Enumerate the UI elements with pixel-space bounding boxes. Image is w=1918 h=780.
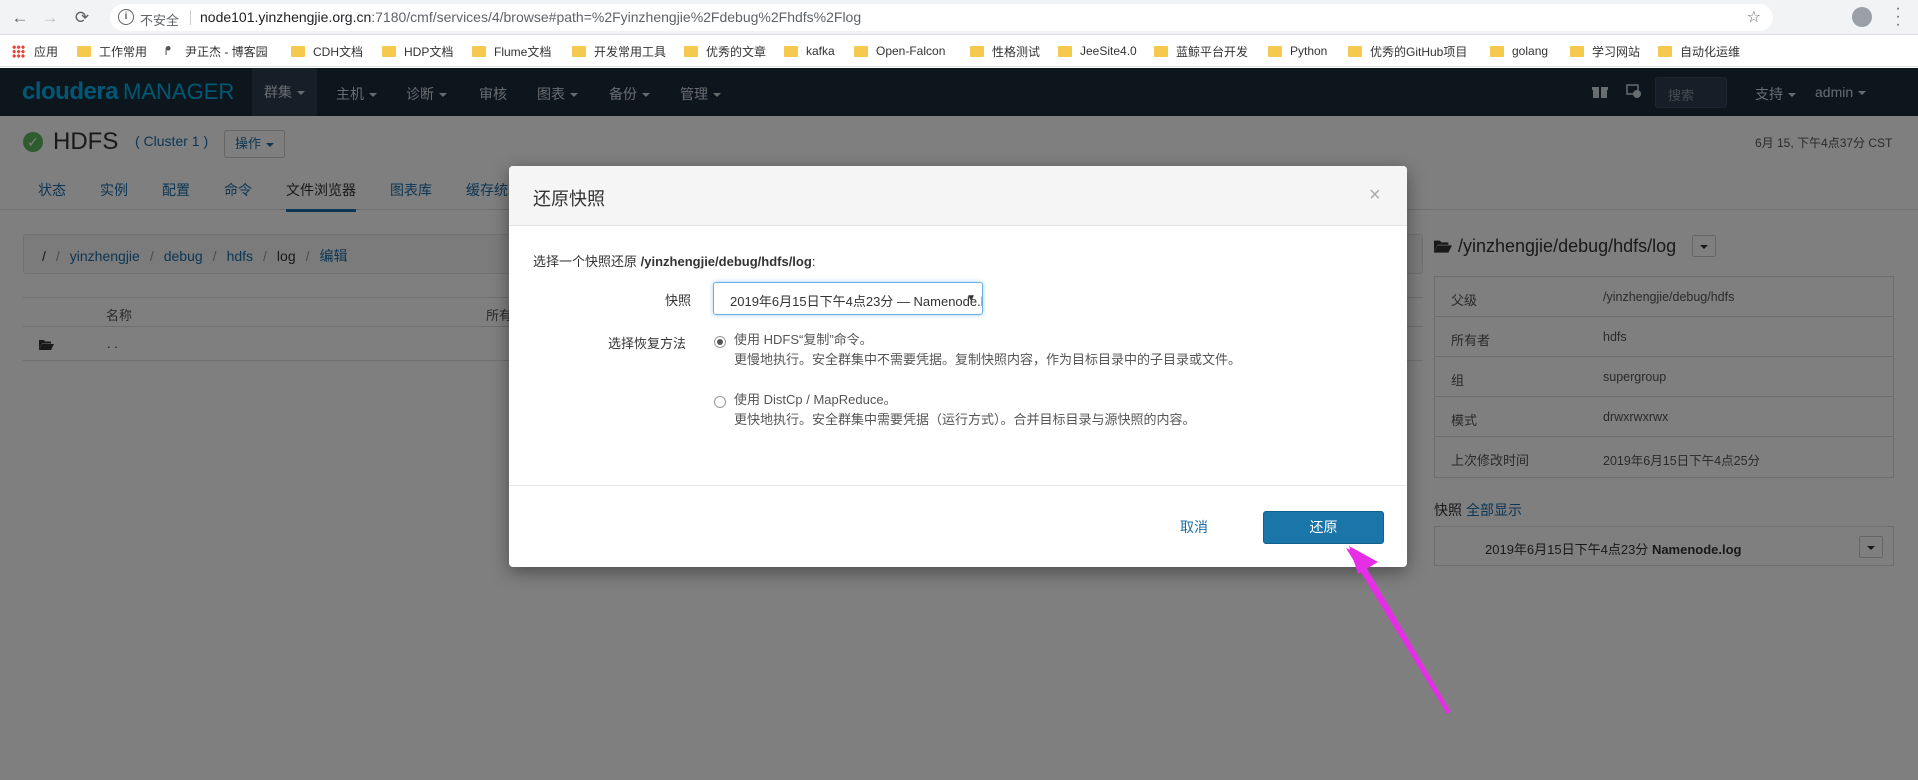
bookmark-item[interactable]: HDP文档 (382, 42, 453, 60)
folder-icon (854, 45, 868, 57)
bookmark-label: Python (1290, 44, 1328, 58)
close-icon[interactable]: × (1369, 184, 1381, 207)
bookmark-label: Flume文档 (494, 44, 552, 59)
bookmark-item[interactable]: 工作常用 (77, 42, 147, 60)
forward-arrow-icon[interactable]: → (38, 6, 62, 30)
bookmark-label: 应用 (34, 44, 59, 59)
bookmark-label: CDH文档 (313, 44, 363, 59)
bookmark-label: JeeSite4.0 (1080, 44, 1137, 58)
bookmark-label: 优秀的GitHub项目 (1370, 44, 1468, 59)
cancel-button[interactable]: 取消 (1180, 517, 1208, 537)
folder-icon (1570, 45, 1584, 57)
bookmark-apps[interactable]: 应用 (12, 42, 58, 60)
bookmark-label: 优秀的文章 (706, 44, 767, 59)
snapshot-select[interactable]: 2019年6月15日下午4点23分 — Namenode.log ▼ (713, 282, 983, 315)
select-arrow-icon: ▼ (966, 293, 976, 304)
bookmark-item[interactable]: 优秀的文章 (684, 42, 766, 60)
folder-icon (1154, 45, 1168, 57)
dialog-header: 还原快照 × (509, 166, 1407, 226)
apps-grid-icon (12, 44, 25, 58)
bookmark-item[interactable]: CDH文档 (291, 42, 363, 60)
bookmark-item[interactable]: kafka (784, 42, 835, 60)
bookmark-item[interactable]: 蓝鲸平台开发 (1154, 42, 1248, 60)
bookmark-item[interactable]: Python (1268, 42, 1327, 60)
bookmark-label: 性格测试 (992, 44, 1041, 59)
option-distcp-desc: 更快地执行。安全群集中需要凭据（运行方式）。合并目标目录与源快照的内容。 (734, 412, 1196, 427)
bookmark-label: HDP文档 (404, 44, 454, 59)
folder-icon (472, 45, 486, 57)
back-arrow-icon[interactable]: ← (8, 6, 32, 30)
folder-icon (684, 45, 698, 57)
reload-icon[interactable]: ⟳ (70, 6, 94, 30)
option-distcp-title[interactable]: 使用 DistCp / MapReduce。 (734, 390, 897, 410)
bookmark-item[interactable]: 优秀的GitHub项目 (1348, 42, 1467, 60)
folder-icon (1658, 45, 1672, 57)
bookmark-label: 蓝鲸平台开发 (1176, 44, 1249, 59)
folder-icon (970, 45, 984, 57)
security-label: 不安全 (140, 13, 180, 28)
prompt-path: /yinzhengjie/debug/hdfs/log (640, 254, 812, 269)
bookmark-star-icon[interactable]: ☆ (1747, 7, 1761, 27)
option-hdfs-copy-desc: 更慢地执行。安全群集中不需要凭据。复制快照内容，作为目标目录中的子目录或文件。 (734, 352, 1242, 367)
bookmark-item[interactable]: ᖰ 尹正杰 - 博客园 (165, 42, 268, 60)
bookmark-label: kafka (806, 44, 835, 58)
folder-icon (382, 45, 396, 57)
prompt-colon: : (811, 254, 816, 269)
url-path: :7180/cmf/services/4/browse#path=%2Fyinz… (371, 9, 862, 25)
restore-button[interactable]: 还原 (1263, 511, 1384, 544)
dialog-title: 还原快照 (533, 189, 605, 209)
bookmark-label: 工作常用 (99, 44, 148, 59)
folder-icon (1058, 45, 1072, 57)
folder-icon (77, 45, 91, 57)
bookmark-label: 学习网站 (1592, 44, 1641, 59)
address-bar[interactable]: i 不安全 node101.yinzhengjie.org.cn:7180/cm… (110, 4, 1773, 31)
bookmark-item[interactable]: 自动化运维 (1658, 42, 1740, 60)
radio-distcp[interactable] (714, 396, 726, 408)
prompt-text: 选择一个快照还原 (533, 254, 638, 269)
info-icon[interactable]: i (118, 9, 134, 25)
restore-method-label: 选择恢复方法 (608, 336, 687, 351)
url-host: node101.yinzhengjie.org.cn (200, 9, 372, 25)
restore-snapshot-dialog: 还原快照 × 选择一个快照还原 /yinzhengjie/debug/hdfs/… (509, 166, 1407, 567)
bookmark-label: golang (1512, 44, 1549, 58)
folder-icon (784, 45, 798, 57)
url-text[interactable]: node101.yinzhengjie.org.cn:7180/cmf/serv… (200, 9, 861, 25)
bookmark-item[interactable]: 性格测试 (970, 42, 1040, 60)
folder-icon (1490, 45, 1504, 57)
divider (190, 10, 191, 25)
snapshot-field-label: 快照 (665, 293, 692, 308)
dialog-footer-divider (509, 485, 1407, 486)
bookmark-item[interactable]: JeeSite4.0 (1058, 42, 1137, 60)
bookmark-label: Open-Falcon (876, 44, 946, 58)
bookmark-label: 开发常用工具 (594, 44, 667, 59)
bookmark-item[interactable]: 学习网站 (1570, 42, 1640, 60)
bookmark-item[interactable]: golang (1490, 42, 1548, 60)
bookmark-item[interactable]: 开发常用工具 (572, 42, 666, 60)
blog-icon: ᖰ (165, 44, 172, 58)
folder-icon (572, 45, 586, 57)
option-hdfs-copy-title[interactable]: 使用 HDFS“复制”命令。 (734, 330, 873, 350)
bookmark-label: 尹正杰 - 博客园 (185, 44, 268, 59)
snapshot-selected-value: 2019年6月15日下午4点23分 — Namenode.log (730, 294, 983, 309)
browser-toolbar: ← → ⟳ i 不安全 node101.yinzhengjie.org.cn:7… (0, 0, 1918, 35)
profile-avatar-icon[interactable] (1852, 7, 1872, 27)
bookmark-label: 自动化运维 (1680, 44, 1741, 59)
folder-icon (291, 45, 305, 57)
folder-icon (1348, 45, 1362, 57)
radio-hdfs-copy[interactable] (714, 336, 726, 348)
bookmark-item[interactable]: Flume文档 (472, 42, 551, 60)
bookmarks-bar: 应用 工作常用 ᖰ 尹正杰 - 博客园 CDH文档 HDP文档 Flume文档 开… (0, 35, 1918, 67)
dialog-prompt: 选择一个快照还原 /yinzhengjie/debug/hdfs/log: (533, 251, 815, 270)
bookmark-item[interactable]: Open-Falcon (854, 42, 945, 60)
browser-menu-icon[interactable]: · · · (1893, 1, 1903, 33)
folder-icon (1268, 45, 1282, 57)
